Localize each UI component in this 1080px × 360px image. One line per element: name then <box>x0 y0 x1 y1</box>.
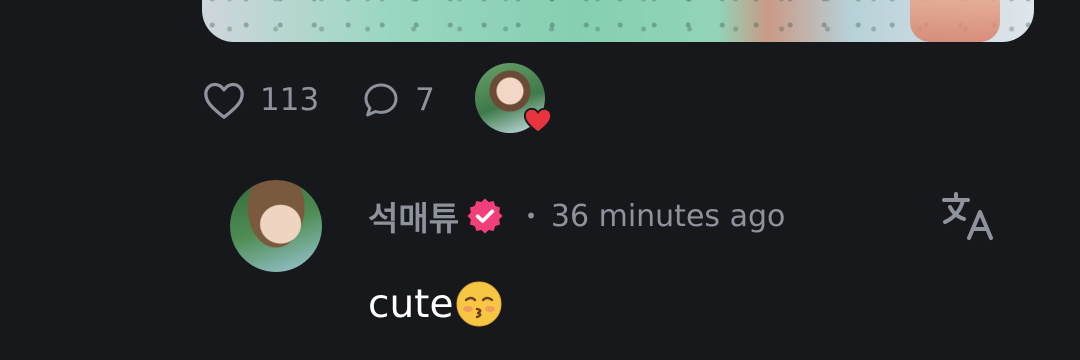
like-button[interactable]: 113 <box>202 80 319 120</box>
commenter-username[interactable]: 석매튜 <box>368 192 459 240</box>
meta-separator: • <box>525 204 537 228</box>
comment-button[interactable]: 7 <box>361 80 435 120</box>
comment-body: cute <box>368 280 503 328</box>
comment-text: cute <box>368 281 454 327</box>
comment-timestamp: 36 minutes ago <box>550 198 786 234</box>
comment-header: 석매튜 • 36 minutes ago <box>368 192 785 240</box>
commenter-avatar[interactable] <box>230 180 322 272</box>
post-image[interactable] <box>202 0 1034 42</box>
kissing-face-with-closed-eyes-icon <box>456 281 502 327</box>
like-count: 113 <box>260 82 320 118</box>
translate-button[interactable] <box>940 190 998 242</box>
post-actions-bar: 113 7 <box>202 63 552 134</box>
post-image-cone <box>910 0 1000 42</box>
speech-bubble-icon <box>364 83 398 117</box>
verified-badge-icon <box>467 198 503 234</box>
red-heart-icon <box>523 107 552 134</box>
translate-icon <box>942 192 993 240</box>
heart-outline-icon <box>204 82 244 119</box>
comment-count: 7 <box>415 82 435 118</box>
reactor-avatar[interactable] <box>474 63 552 134</box>
